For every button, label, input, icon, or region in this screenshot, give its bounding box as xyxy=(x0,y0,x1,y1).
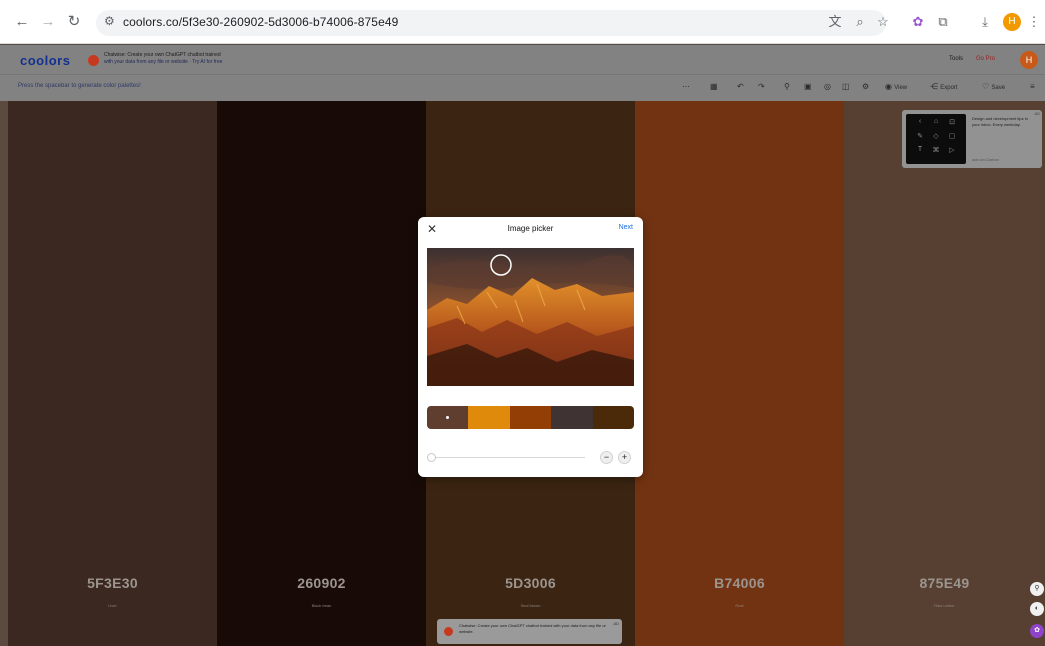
site-settings-icon[interactable]: ⚙ xyxy=(104,14,115,28)
increase-button[interactable]: + xyxy=(618,451,631,464)
chatwise-logo-icon xyxy=(88,55,99,66)
forward-icon[interactable]: → xyxy=(38,12,58,32)
carbon-ad-card[interactable]: ‹ ⌂ ⊡ ✎ ◇ ▢ T ⌘ ▷ Design and development tips … xyxy=(902,110,1042,168)
more-options-icon[interactable]: ⋯ xyxy=(682,80,690,94)
swatch-name: Liver xyxy=(108,603,117,608)
palette-swatch[interactable]: 5F3E30 Liver xyxy=(8,101,217,646)
ad-badge: AD xyxy=(613,621,619,626)
palette-swatch[interactable]: 875E49 Raw umber xyxy=(844,101,1045,646)
swatch-name: Seal brown xyxy=(520,603,541,608)
ad-text[interactable]: Design and development tips in your inbo… xyxy=(972,116,1032,128)
image-picker-modal: ✕ Image picker Next − + xyxy=(418,217,643,477)
slider-thumb[interactable] xyxy=(427,453,436,462)
bottom-promo-text[interactable]: Chatwise: Create your own ChatGPT chatbo… xyxy=(459,623,609,635)
extracted-swatch[interactable] xyxy=(427,406,469,429)
adjust-icon[interactable]: ⚲ xyxy=(784,80,790,94)
tools-menu[interactable]: Tools xyxy=(949,56,963,62)
selected-indicator xyxy=(446,416,449,419)
undo-icon[interactable]: ↶ xyxy=(737,80,744,94)
eye-icon: ◉ xyxy=(885,82,892,91)
zoom-icon[interactable]: ⌕ xyxy=(851,13,869,31)
settings-icon[interactable]: ⚙ xyxy=(862,80,869,94)
hamburger-menu-icon[interactable]: ≡ xyxy=(1030,80,1035,94)
swatch-hex[interactable]: 875E49 xyxy=(844,575,1045,591)
browser-toolbar: ← → ↻ ⚙ coolors.co/5f3e30-260902-5d3006-… xyxy=(0,0,1045,44)
bookmark-star-icon[interactable]: ☆ xyxy=(874,13,892,31)
user-avatar[interactable]: H xyxy=(1020,51,1038,69)
swatch-name: Black bean xyxy=(311,603,332,608)
export-button[interactable]: ⋲ Export xyxy=(930,80,958,94)
reload-icon[interactable]: ↻ xyxy=(64,12,84,32)
photo-image xyxy=(427,248,634,386)
side-extension-icon[interactable]: ✿ xyxy=(1030,624,1044,638)
modal-title: Image picker xyxy=(507,224,554,233)
swatch-name: Rust xyxy=(735,603,744,608)
heart-icon: ♡ xyxy=(982,82,990,91)
save-button[interactable]: ♡ Save xyxy=(982,80,1005,94)
next-button[interactable]: Next xyxy=(619,224,633,231)
swatch-hex[interactable]: B74006 xyxy=(635,575,844,591)
extension-icon[interactable]: ✿ xyxy=(909,13,927,31)
swatch-hex[interactable]: 260902 xyxy=(217,575,426,591)
download-icon[interactable]: ⤓ xyxy=(976,13,994,31)
color-count-slider[interactable] xyxy=(430,457,585,458)
url-text: coolors.co/5f3e30-260902-5d3006-b74006-8… xyxy=(123,15,399,29)
side-link-icon[interactable]: ⚲ xyxy=(1030,582,1044,596)
image-picker-icon[interactable]: ▣ xyxy=(804,80,812,94)
decrease-button[interactable]: − xyxy=(600,451,613,464)
export-label: Export xyxy=(940,85,958,91)
back-icon[interactable]: ← xyxy=(12,12,32,32)
extracted-swatch[interactable] xyxy=(551,406,593,429)
header-promo-title[interactable]: Chatwise: Create your own ChatGPT chatbo… xyxy=(104,52,221,58)
grid-view-icon[interactable]: ▦ xyxy=(710,80,718,94)
coolors-logo[interactable]: coolors xyxy=(20,53,70,68)
header-promo-subtitle[interactable]: with your data from any file or website … xyxy=(104,59,222,65)
app-header: coolors Chatwise: Create your own ChatGP… xyxy=(0,45,1045,101)
swatch-hex[interactable]: 5F3E30 xyxy=(8,575,217,591)
camera-icon[interactable]: ◫ xyxy=(842,80,850,94)
side-chat-icon[interactable]: ◐ xyxy=(1030,602,1044,616)
color-blind-icon[interactable]: ◎ xyxy=(824,80,831,94)
redo-icon[interactable]: ↷ xyxy=(758,80,765,94)
extracted-swatch[interactable] xyxy=(509,406,552,429)
landscape-photo[interactable] xyxy=(427,248,634,386)
extracted-palette xyxy=(427,406,634,429)
view-label: View xyxy=(894,85,908,91)
header-divider xyxy=(0,74,1045,75)
extensions-puzzle-icon[interactable]: ⧉ xyxy=(934,13,952,31)
browser-menu-icon[interactable]: ⋮ xyxy=(1025,13,1043,31)
ad-badge: AD xyxy=(1034,111,1040,116)
ad-image: ‹ ⌂ ⊡ ✎ ◇ ▢ T ⌘ ▷ xyxy=(906,114,966,164)
share-icon: ⋲ xyxy=(930,82,938,91)
spacebar-hint: Press the spacebar to generate color pal… xyxy=(18,83,141,89)
browser-profile-avatar[interactable]: H xyxy=(1003,13,1021,31)
swatch-name: Raw umber xyxy=(934,603,955,608)
view-button[interactable]: ◉ View xyxy=(885,80,907,94)
translate-icon[interactable]: 文 xyxy=(826,13,844,31)
go-pro-link[interactable]: Go Pro xyxy=(976,56,995,62)
ad-source[interactable]: ads via Carbon xyxy=(972,157,999,162)
extracted-swatch[interactable] xyxy=(592,406,634,429)
address-bar[interactable]: ⚙ coolors.co/5f3e30-260902-5d3006-b74006… xyxy=(96,10,886,36)
bottom-promo-banner[interactable]: Chatwise: Create your own ChatGPT chatbo… xyxy=(437,619,622,644)
extracted-swatch[interactable] xyxy=(468,406,510,429)
palette-swatch[interactable]: 260902 Black bean xyxy=(217,101,426,646)
swatch-hex[interactable]: 5D3006 xyxy=(426,575,635,591)
chatwise-logo-icon xyxy=(444,627,453,636)
palette-swatch[interactable]: B74006 Rust xyxy=(635,101,844,646)
save-label: Save xyxy=(991,85,1006,91)
